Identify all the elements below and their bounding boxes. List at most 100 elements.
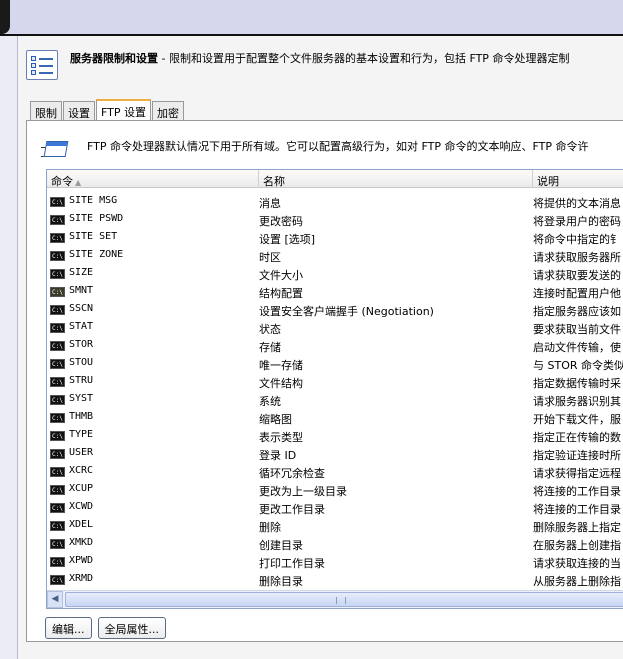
command-prompt-icon: C:\ (50, 539, 65, 549)
command-prompt-icon: C:\ (50, 215, 65, 225)
list-item[interactable]: C:\ XPWD 打印工作目录 请求获取连接的当 (47, 553, 623, 571)
list-item[interactable]: C:\ XCUP 更改为上一级目录 将连接的工作目录 (47, 481, 623, 499)
page-title: 服务器限制和设置 (70, 52, 158, 65)
description-cell: 从服务器上删除指 (533, 575, 621, 588)
command-cell: SYST (69, 393, 94, 404)
header-text: 服务器限制和设置 - 限制和设置用于配置整个文件服务器的基本设置和行为，包括 F… (70, 50, 623, 66)
description-cell: 请求服务器识别其 (533, 395, 621, 408)
name-cell: 更改工作目录 (259, 503, 325, 516)
list-item[interactable]: C:\ SIZE 文件大小 请求获取要发送的 (47, 265, 623, 283)
command-prompt-icon: C:\ (50, 431, 65, 441)
list-item[interactable]: C:\ SMNT 结构配置 连接时配置用户他 (47, 283, 623, 301)
description-cell: 指定服务器应该如 (533, 305, 621, 318)
list-rows: C:\ SITE MSG 消息 将提供的文本消息 C:\ SITE PSWD 更改密码 将登录… (47, 193, 623, 589)
command-cell: SITE PSWD (69, 213, 124, 224)
command-prompt-icon: C:\ (50, 557, 65, 567)
list-item[interactable]: C:\ XCWD 更改工作目录 将连接的工作目录 (47, 499, 623, 517)
list-item[interactable]: C:\ XCRC 循环冗余检查 请求获得指定远程 (47, 463, 623, 481)
list-item[interactable]: C:\ SITE SET 设置 [选项] 将命令中指定的钅 (47, 229, 623, 247)
tab-ftp-settings[interactable]: FTP 设置 (96, 99, 151, 121)
name-cell: 系统 (259, 395, 281, 408)
name-cell: 缩略图 (259, 413, 292, 426)
list-item[interactable]: C:\ XDEL 删除 删除服务器上指定 (47, 517, 623, 535)
name-cell: 更改为上一级目录 (259, 485, 347, 498)
list-item[interactable]: C:\ XMKD 创建目录 在服务器上创建指 (47, 535, 623, 553)
list-item[interactable]: C:\ USER 登录 ID 指定验证连接时所 (47, 445, 623, 463)
window-edge (0, 0, 10, 34)
command-cell: USER (69, 447, 94, 458)
list-item[interactable]: C:\ STOR 存储 启动文件传输，使 (47, 337, 623, 355)
name-cell: 循环冗余检查 (259, 467, 325, 480)
tab-settings[interactable]: 设置 (63, 101, 95, 121)
sort-ascending-icon: ▲ (75, 178, 82, 187)
command-prompt-icon: C:\ (50, 269, 65, 279)
name-cell: 更改密码 (259, 215, 303, 228)
command-cell: THMB (69, 411, 94, 422)
list-item[interactable]: C:\ STAT 状态 要求获取当前文件 (47, 319, 623, 337)
command-cell: XCUP (69, 483, 94, 494)
description-cell: 将登录用户的密码 (533, 215, 621, 228)
command-prompt-icon: C:\ (50, 305, 65, 315)
column-header-command[interactable]: 命令 ▲ (47, 170, 259, 188)
command-window-icon (41, 139, 69, 161)
command-cell: SIZE (69, 267, 94, 278)
column-header-description[interactable]: 说明 (533, 170, 623, 188)
command-prompt-icon: C:\ (50, 575, 65, 585)
command-cell: TYPE (69, 429, 94, 440)
command-prompt-icon: C:\ (50, 449, 65, 459)
command-prompt-icon: C:\ (50, 323, 65, 333)
grip-icon (336, 597, 346, 604)
command-prompt-icon: C:\ (50, 359, 65, 369)
tab-limits[interactable]: 限制 (30, 101, 62, 121)
command-cell: SITE SET (69, 231, 118, 242)
command-cell: STOU (69, 357, 94, 368)
description-cell: 请求获取要发送的 (533, 269, 621, 282)
list-item[interactable]: C:\ STOU 唯一存储 与 STOR 命令类似 (47, 355, 623, 373)
description-cell: 将连接的工作目录 (533, 485, 621, 498)
command-prompt-icon: C:\ (50, 197, 65, 207)
name-cell: 唯一存储 (259, 359, 303, 372)
horizontal-scrollbar[interactable]: ◀ (47, 590, 623, 608)
list-item[interactable]: C:\ THMB 缩略图 开始下载文件，服 (47, 409, 623, 427)
command-prompt-icon: C:\ (50, 413, 65, 423)
command-cell: SSCN (69, 303, 94, 314)
list-item[interactable]: C:\ SSCN 设置安全客户端握手 (Negotiation) 指定服务器应该如 (47, 301, 623, 319)
description-cell: 将连接的工作目录 (533, 503, 621, 516)
description-cell: 启动文件传输，使 (533, 341, 621, 354)
description-cell: 与 STOR 命令类似 (533, 359, 623, 372)
name-cell: 删除目录 (259, 575, 303, 588)
name-cell: 消息 (259, 197, 281, 210)
description-cell: 连接时配置用户他 (533, 287, 621, 300)
command-cell: SMNT (69, 285, 94, 296)
tab-encryption[interactable]: 加密 (151, 101, 184, 121)
scrollbar-thumb[interactable] (65, 592, 623, 607)
list-item[interactable]: C:\ SITE MSG 消息 将提供的文本消息 (47, 193, 623, 211)
list-item[interactable]: C:\ TYPE 表示类型 指定正在传输的数 (47, 427, 623, 445)
list-item[interactable]: C:\ SITE ZONE 时区 请求获取服务器所 (47, 247, 623, 265)
name-cell: 时区 (259, 251, 281, 264)
description-cell: 在服务器上创建指 (533, 539, 621, 552)
edit-button[interactable]: 编辑... (45, 617, 92, 639)
global-properties-button[interactable]: 全局属性... (97, 617, 166, 639)
content-area: 服务器限制和设置 - 限制和设置用于配置整个文件服务器的基本设置和行为，包括 F… (18, 36, 623, 659)
list-item[interactable]: C:\ XRMD 删除目录 从服务器上删除指 (47, 571, 623, 589)
list-item[interactable]: C:\ SITE PSWD 更改密码 将登录用户的密码 (47, 211, 623, 229)
description-cell: 要求获取当前文件 (533, 323, 621, 336)
name-cell: 文件结构 (259, 377, 303, 390)
column-header-name[interactable]: 名称 (259, 170, 533, 188)
left-frame (0, 36, 18, 659)
command-cell: XCWD (69, 501, 94, 512)
name-cell: 结构配置 (259, 287, 303, 300)
command-prompt-icon: C:\ (50, 233, 65, 243)
description-cell: 请求获取服务器所 (533, 251, 621, 264)
list-item[interactable]: C:\ STRU 文件结构 指定数据传输时采 (47, 373, 623, 391)
command-list[interactable]: 命令 ▲ 名称 说明 C:\ SITE MSG 消息 将提供的文本消息 C:\ SITE P… (46, 169, 623, 609)
command-cell: SITE ZONE (69, 249, 124, 260)
command-cell: XDEL (69, 519, 94, 530)
list-item[interactable]: C:\ SYST 系统 请求服务器识别其 (47, 391, 623, 409)
window-top-band (0, 0, 623, 36)
scroll-left-arrow-icon[interactable]: ◀ (47, 591, 63, 608)
description-cell: 指定验证连接时所 (533, 449, 621, 462)
command-prompt-icon: C:\ (50, 521, 65, 531)
command-prompt-icon: C:\ (50, 341, 65, 351)
